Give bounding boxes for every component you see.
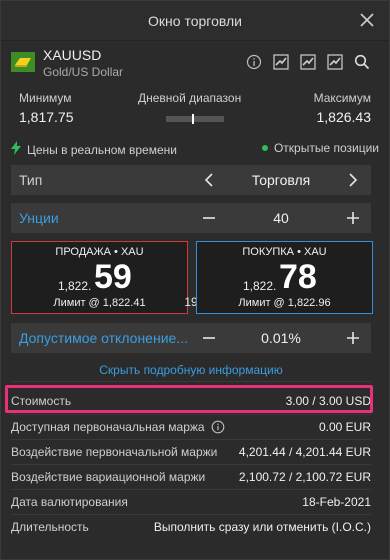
sell-price-big: 59 [94, 258, 132, 296]
sell-button[interactable]: ПРОДАЖА • XAU 1,822. 59 Лимит @ 1,822.41 [11, 241, 188, 314]
plus-icon[interactable] [343, 208, 363, 228]
detail-row-value-date: Дата валютирования 18-Feb-2021 [11, 490, 371, 514]
header-toolbar [245, 53, 371, 71]
sell-title: ПРОДАЖА • XAU [55, 246, 144, 258]
slippage-stepper[interactable]: Допустимое отклонение... 0.01% [11, 323, 371, 353]
detail-row-initial-margin: Воздействие первоначальной маржи 4,201.4… [11, 440, 371, 464]
buy-button[interactable]: ПОКУПКА • XAU 1,822. 78 Лимит @ 1,822.96 [196, 241, 373, 314]
range-bar [166, 114, 224, 124]
units-label[interactable]: Унции [19, 210, 59, 226]
buy-limit: Лимит @ 1,822.96 [238, 297, 331, 309]
trades-icon[interactable] [326, 53, 344, 71]
info-icon[interactable] [245, 53, 263, 71]
instrument-header: XAUUSD Gold/US Dollar [1, 41, 389, 85]
divider [11, 381, 371, 382]
minus-icon[interactable] [199, 208, 219, 228]
detail-value: 0.00 EUR [318, 420, 371, 434]
range-marker [192, 114, 194, 124]
close-icon[interactable] [359, 12, 375, 28]
plus-icon[interactable] [343, 328, 363, 348]
detail-key: Доступная первоначальная маржа [11, 420, 225, 437]
sell-price-prefix: 1,822. [58, 279, 92, 293]
chart-icon[interactable] [272, 53, 290, 71]
buy-price-prefix: 1,822. [243, 279, 277, 293]
detail-value: 18-Feb-2021 [302, 495, 371, 509]
lightning-icon [11, 141, 21, 158]
positions-dot-icon [261, 145, 268, 151]
buy-price-big: 78 [279, 258, 317, 296]
sell-limit: Лимит @ 1,822.41 [53, 297, 146, 309]
depth-icon[interactable] [299, 53, 317, 71]
status-bar: Цены в реальном времени Открытые позиции [1, 135, 389, 161]
detail-key: Дата валютирования [11, 495, 128, 509]
instrument-name: Gold/US Dollar [43, 65, 124, 79]
detail-value: 2,100.72 / 2,100.72 EUR [238, 470, 371, 484]
gold-bar-icon [11, 50, 35, 72]
slippage-value[interactable]: 0.01% [231, 330, 331, 346]
hide-details-link[interactable]: Скрыть подробную информацию [1, 363, 381, 377]
highlight-box [5, 385, 373, 413]
search-icon[interactable] [353, 53, 371, 71]
detail-key: Длительность [11, 520, 89, 534]
detail-key: Воздействие вариационной маржи [11, 470, 206, 484]
day-range-label: Дневной диапазон [138, 91, 242, 105]
detail-key: Воздействие первоначальной маржи [11, 445, 218, 459]
detail-row-variation-margin: Воздействие вариационной маржи 2,100.72 … [11, 465, 371, 489]
detail-value: 4,201.44 / 4,201.44 EUR [238, 445, 371, 459]
window-title: Окно торговли [148, 12, 242, 29]
buy-title: ПОКУПКА • XAU [242, 246, 327, 258]
detail-value[interactable]: Выполнить сразу или отменить (I.O.C.) [154, 520, 371, 534]
max-label: Максимум [313, 91, 371, 105]
realtime-label: Цены в реальном времени [27, 142, 177, 157]
type-label: Тип [19, 172, 43, 188]
min-label: Минимум [19, 91, 72, 105]
type-selector[interactable]: Тип Торговля [11, 165, 371, 195]
slippage-label[interactable]: Допустимое отклонение... [19, 330, 188, 346]
type-value: Торговля [251, 172, 311, 188]
positions-label[interactable]: Открытые позиции [274, 141, 379, 155]
minus-icon[interactable] [199, 328, 219, 348]
units-value[interactable]: 40 [231, 210, 331, 226]
detail-row-duration: Длительность Выполнить сразу или отменит… [11, 515, 371, 539]
units-stepper[interactable]: Унции 40 [11, 203, 371, 233]
title-bar: Окно торговли [1, 1, 389, 41]
min-value: 1,817.75 [19, 109, 74, 125]
info-icon[interactable] [211, 420, 225, 437]
daily-range: Минимум 1,817.75 Дневной диапазон Максим… [1, 85, 389, 135]
detail-row-available-margin: Доступная первоначальная маржа 0.00 EUR [11, 415, 371, 439]
instrument-symbol: XAUUSD [43, 47, 102, 63]
max-value: 1,826.43 [316, 109, 372, 125]
trade-window: Окно торговли XAUUSD Gold/US Dollar Мини… [0, 0, 390, 560]
chevron-right-icon[interactable] [343, 170, 363, 190]
chevron-left-icon[interactable] [199, 170, 219, 190]
